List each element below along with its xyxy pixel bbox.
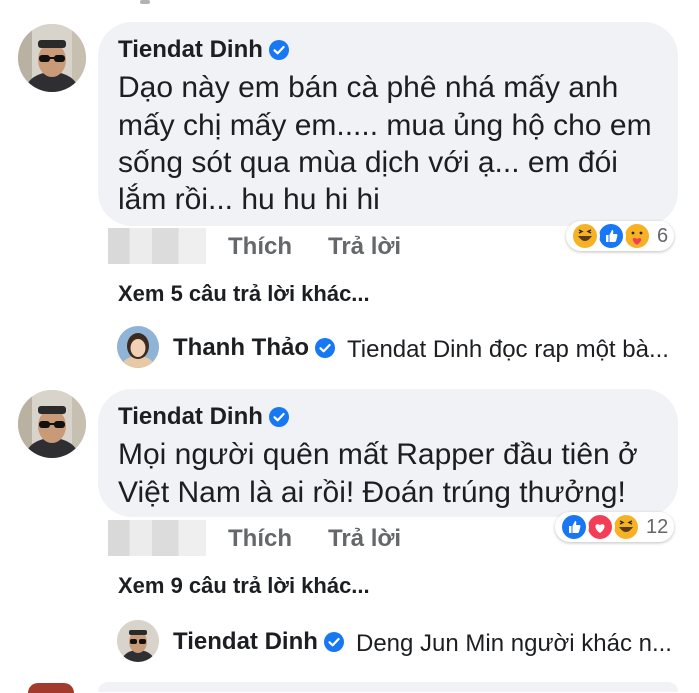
view-more-replies[interactable]: Xem 5 câu trả lời khác...: [118, 281, 370, 307]
next-comment-bubble-remnant: [98, 682, 678, 692]
reply-avatar[interactable]: [117, 326, 159, 368]
reaction-summary[interactable]: 12: [555, 512, 675, 542]
haha-icon: [611, 512, 641, 542]
avatar[interactable]: [18, 390, 86, 458]
previous-comment-remnant: [140, 0, 150, 4]
reply-preview-text[interactable]: Tiendat Dinh đọc rap một bà...: [347, 336, 669, 364]
reaction-count: 6: [657, 224, 669, 247]
comment-text-line: Việt Nam là ai rồi! Đoán trúng thưởng!: [118, 476, 626, 509]
reaction-summary[interactable]: 6: [566, 221, 675, 251]
verified-badge-icon: [268, 407, 289, 427]
avatar[interactable]: [18, 24, 86, 92]
reply-author[interactable]: Thanh Thảo: [173, 334, 335, 362]
author-name[interactable]: Tiendat Dinh: [118, 403, 263, 431]
verified-badge-icon: [314, 338, 335, 358]
reply-author-name[interactable]: Tiendat Dinh: [173, 628, 318, 656]
like-icon: [559, 512, 589, 542]
author-name[interactable]: Tiendat Dinh: [118, 36, 263, 64]
next-comment-avatar-remnant: [28, 683, 74, 693]
timestamp-blurred: [108, 520, 206, 556]
reply-avatar[interactable]: [117, 620, 159, 662]
reply-author[interactable]: Tiendat Dinh: [173, 628, 344, 656]
love-icon: [585, 512, 615, 542]
reply-preview-text[interactable]: Deng Jun Min người khác n...: [356, 630, 672, 658]
view-more-replies[interactable]: Xem 9 câu trả lời khác...: [118, 573, 370, 599]
reaction-count: 12: [646, 515, 669, 538]
like-icon: [596, 221, 626, 251]
comment-text-line: lắm rồi... hu hu hi hi: [118, 183, 380, 216]
like-button[interactable]: Thích: [228, 233, 292, 261]
reply-button[interactable]: Trả lời: [328, 233, 401, 261]
timestamp-blurred: [108, 228, 206, 264]
reply-button[interactable]: Trả lời: [328, 525, 401, 553]
comment-author[interactable]: Tiendat Dinh: [118, 403, 289, 431]
comment-author[interactable]: Tiendat Dinh: [118, 36, 289, 64]
reply-author-name[interactable]: Thanh Thảo: [173, 334, 309, 362]
verified-badge-icon: [268, 40, 289, 60]
care-icon: [622, 221, 652, 251]
like-button[interactable]: Thích: [228, 525, 292, 553]
haha-icon: [570, 221, 600, 251]
verified-badge-icon: [323, 632, 344, 652]
